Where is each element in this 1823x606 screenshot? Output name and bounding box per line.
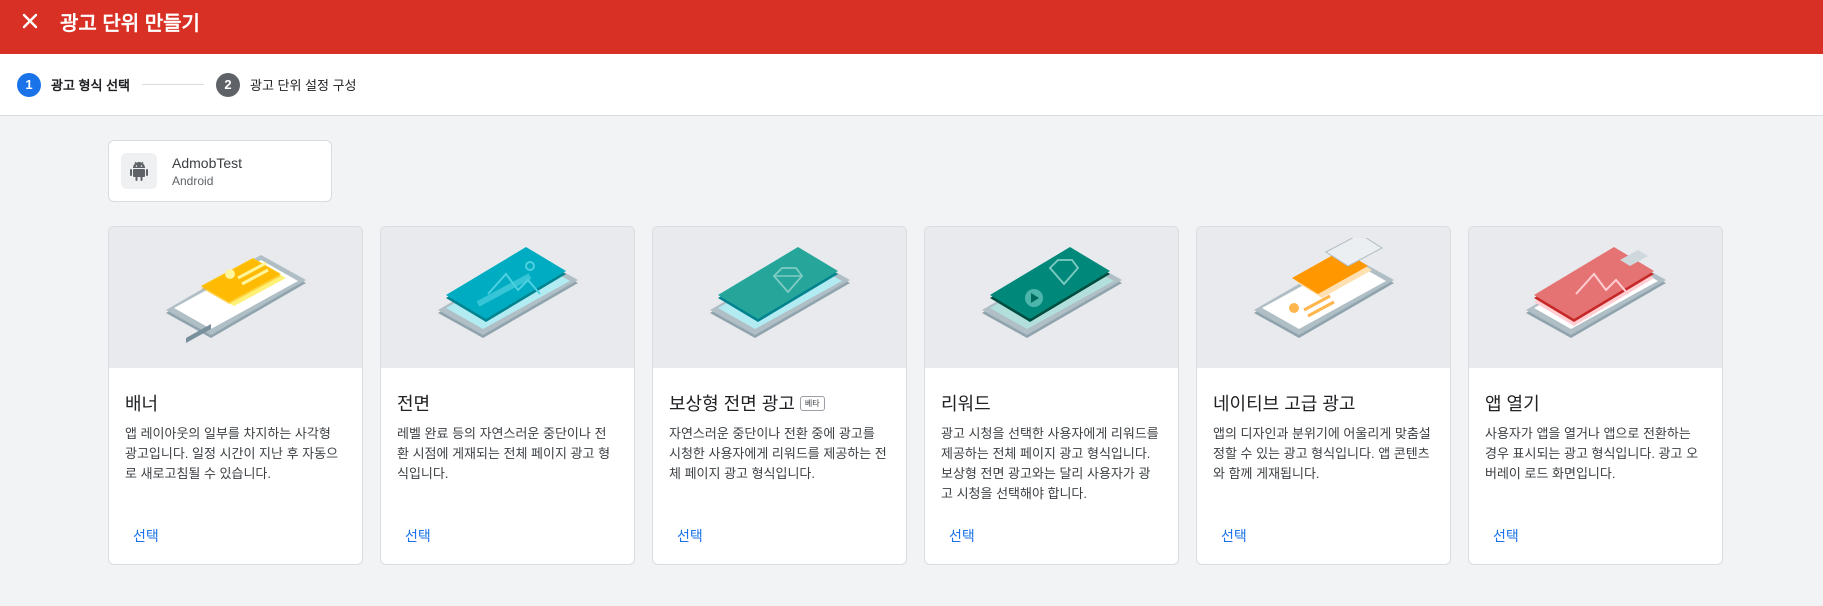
card-title: 보상형 전면 광고 [669, 394, 795, 414]
card-rewarded[interactable]: 리워드 광고 시청을 선택한 사용자에게 리워드를 제공하는 전체 페이지 광고… [924, 226, 1179, 565]
rewarded-illustration [925, 227, 1178, 368]
android-icon [121, 153, 157, 189]
card-description: 앱의 디자인과 분위기에 어울리게 맞춤설정할 수 있는 광고 형식입니다. 앱… [1213, 426, 1431, 481]
card-banner[interactable]: 배너 앱 레이아웃의 일부를 차지하는 사각형 광고입니다. 일정 시간이 지난… [108, 226, 363, 565]
card-app-open[interactable]: 앱 열기 사용자가 앱을 열거나 앱으로 전환하는 경우 표시되는 광고 형식입… [1468, 226, 1723, 565]
select-button[interactable]: 선택 [117, 520, 175, 552]
select-button[interactable]: 선택 [1477, 520, 1535, 552]
card-title: 전면 [397, 394, 431, 414]
card-description: 레벨 완료 등의 자연스러운 중단이나 전환 시점에 게재되는 전체 페이지 광… [397, 426, 611, 481]
banner-illustration [109, 227, 362, 368]
card-description: 광고 시청을 선택한 사용자에게 리워드를 제공하는 전체 페이지 광고 형식입… [941, 426, 1159, 501]
card-title: 앱 열기 [1485, 394, 1540, 414]
rewarded-interstitial-illustration [653, 227, 906, 368]
close-button[interactable] [0, 5, 60, 49]
interstitial-illustration [381, 227, 634, 368]
app-open-illustration [1469, 227, 1722, 368]
select-button[interactable]: 선택 [933, 520, 991, 552]
card-description: 자연스러운 중단이나 전환 중에 광고를 시청한 사용자에게 리워드를 제공하는… [669, 426, 887, 481]
select-button[interactable]: 선택 [389, 520, 447, 552]
step-label-1: 광고 형식 선택 [51, 78, 130, 93]
step-select-format[interactable]: 1 광고 형식 선택 [17, 72, 130, 97]
close-icon [22, 13, 38, 29]
step-connector [141, 84, 204, 85]
card-title: 리워드 [941, 394, 991, 414]
card-rewarded-interstitial[interactable]: 보상형 전면 광고 베타 자연스러운 중단이나 전환 중에 광고를 시청한 사용… [652, 226, 907, 565]
app-chip: AdmobTest Android [108, 140, 332, 202]
native-advanced-illustration [1197, 227, 1450, 368]
select-button[interactable]: 선택 [661, 520, 719, 552]
top-app-bar: 광고 단위 만들기 [0, 0, 1823, 54]
step-configure-settings[interactable]: 2 광고 단위 설정 구성 [215, 72, 357, 97]
stepper: 1 광고 형식 선택 2 광고 단위 설정 구성 [0, 54, 1823, 116]
step-number-2: 2 [215, 72, 240, 97]
app-name: AdmobTest [172, 154, 243, 171]
select-button[interactable]: 선택 [1205, 520, 1263, 552]
step-number-1: 1 [17, 72, 41, 97]
card-native-advanced[interactable]: 네이티브 고급 광고 앱의 디자인과 분위기에 어울리게 맞춤설정할 수 있는 … [1196, 226, 1451, 565]
card-title: 네이티브 고급 광고 [1213, 394, 1356, 414]
beta-badge: 베타 [799, 395, 825, 411]
page-title: 광고 단위 만들기 [60, 12, 200, 35]
card-interstitial[interactable]: 전면 레벨 완료 등의 자연스러운 중단이나 전환 시점에 게재되는 전체 페이… [380, 226, 635, 565]
ad-format-cards: 배너 앱 레이아웃의 일부를 차지하는 사각형 광고입니다. 일정 시간이 지난… [108, 226, 1723, 565]
card-description: 앱 레이아웃의 일부를 차지하는 사각형 광고입니다. 일정 시간이 지난 후 … [125, 426, 339, 481]
card-description: 사용자가 앱을 열거나 앱으로 전환하는 경우 표시되는 광고 형식입니다. 광… [1485, 426, 1699, 481]
step-label-2: 광고 단위 설정 구성 [249, 78, 357, 93]
card-title: 배너 [125, 394, 159, 414]
app-platform: Android [172, 173, 214, 188]
